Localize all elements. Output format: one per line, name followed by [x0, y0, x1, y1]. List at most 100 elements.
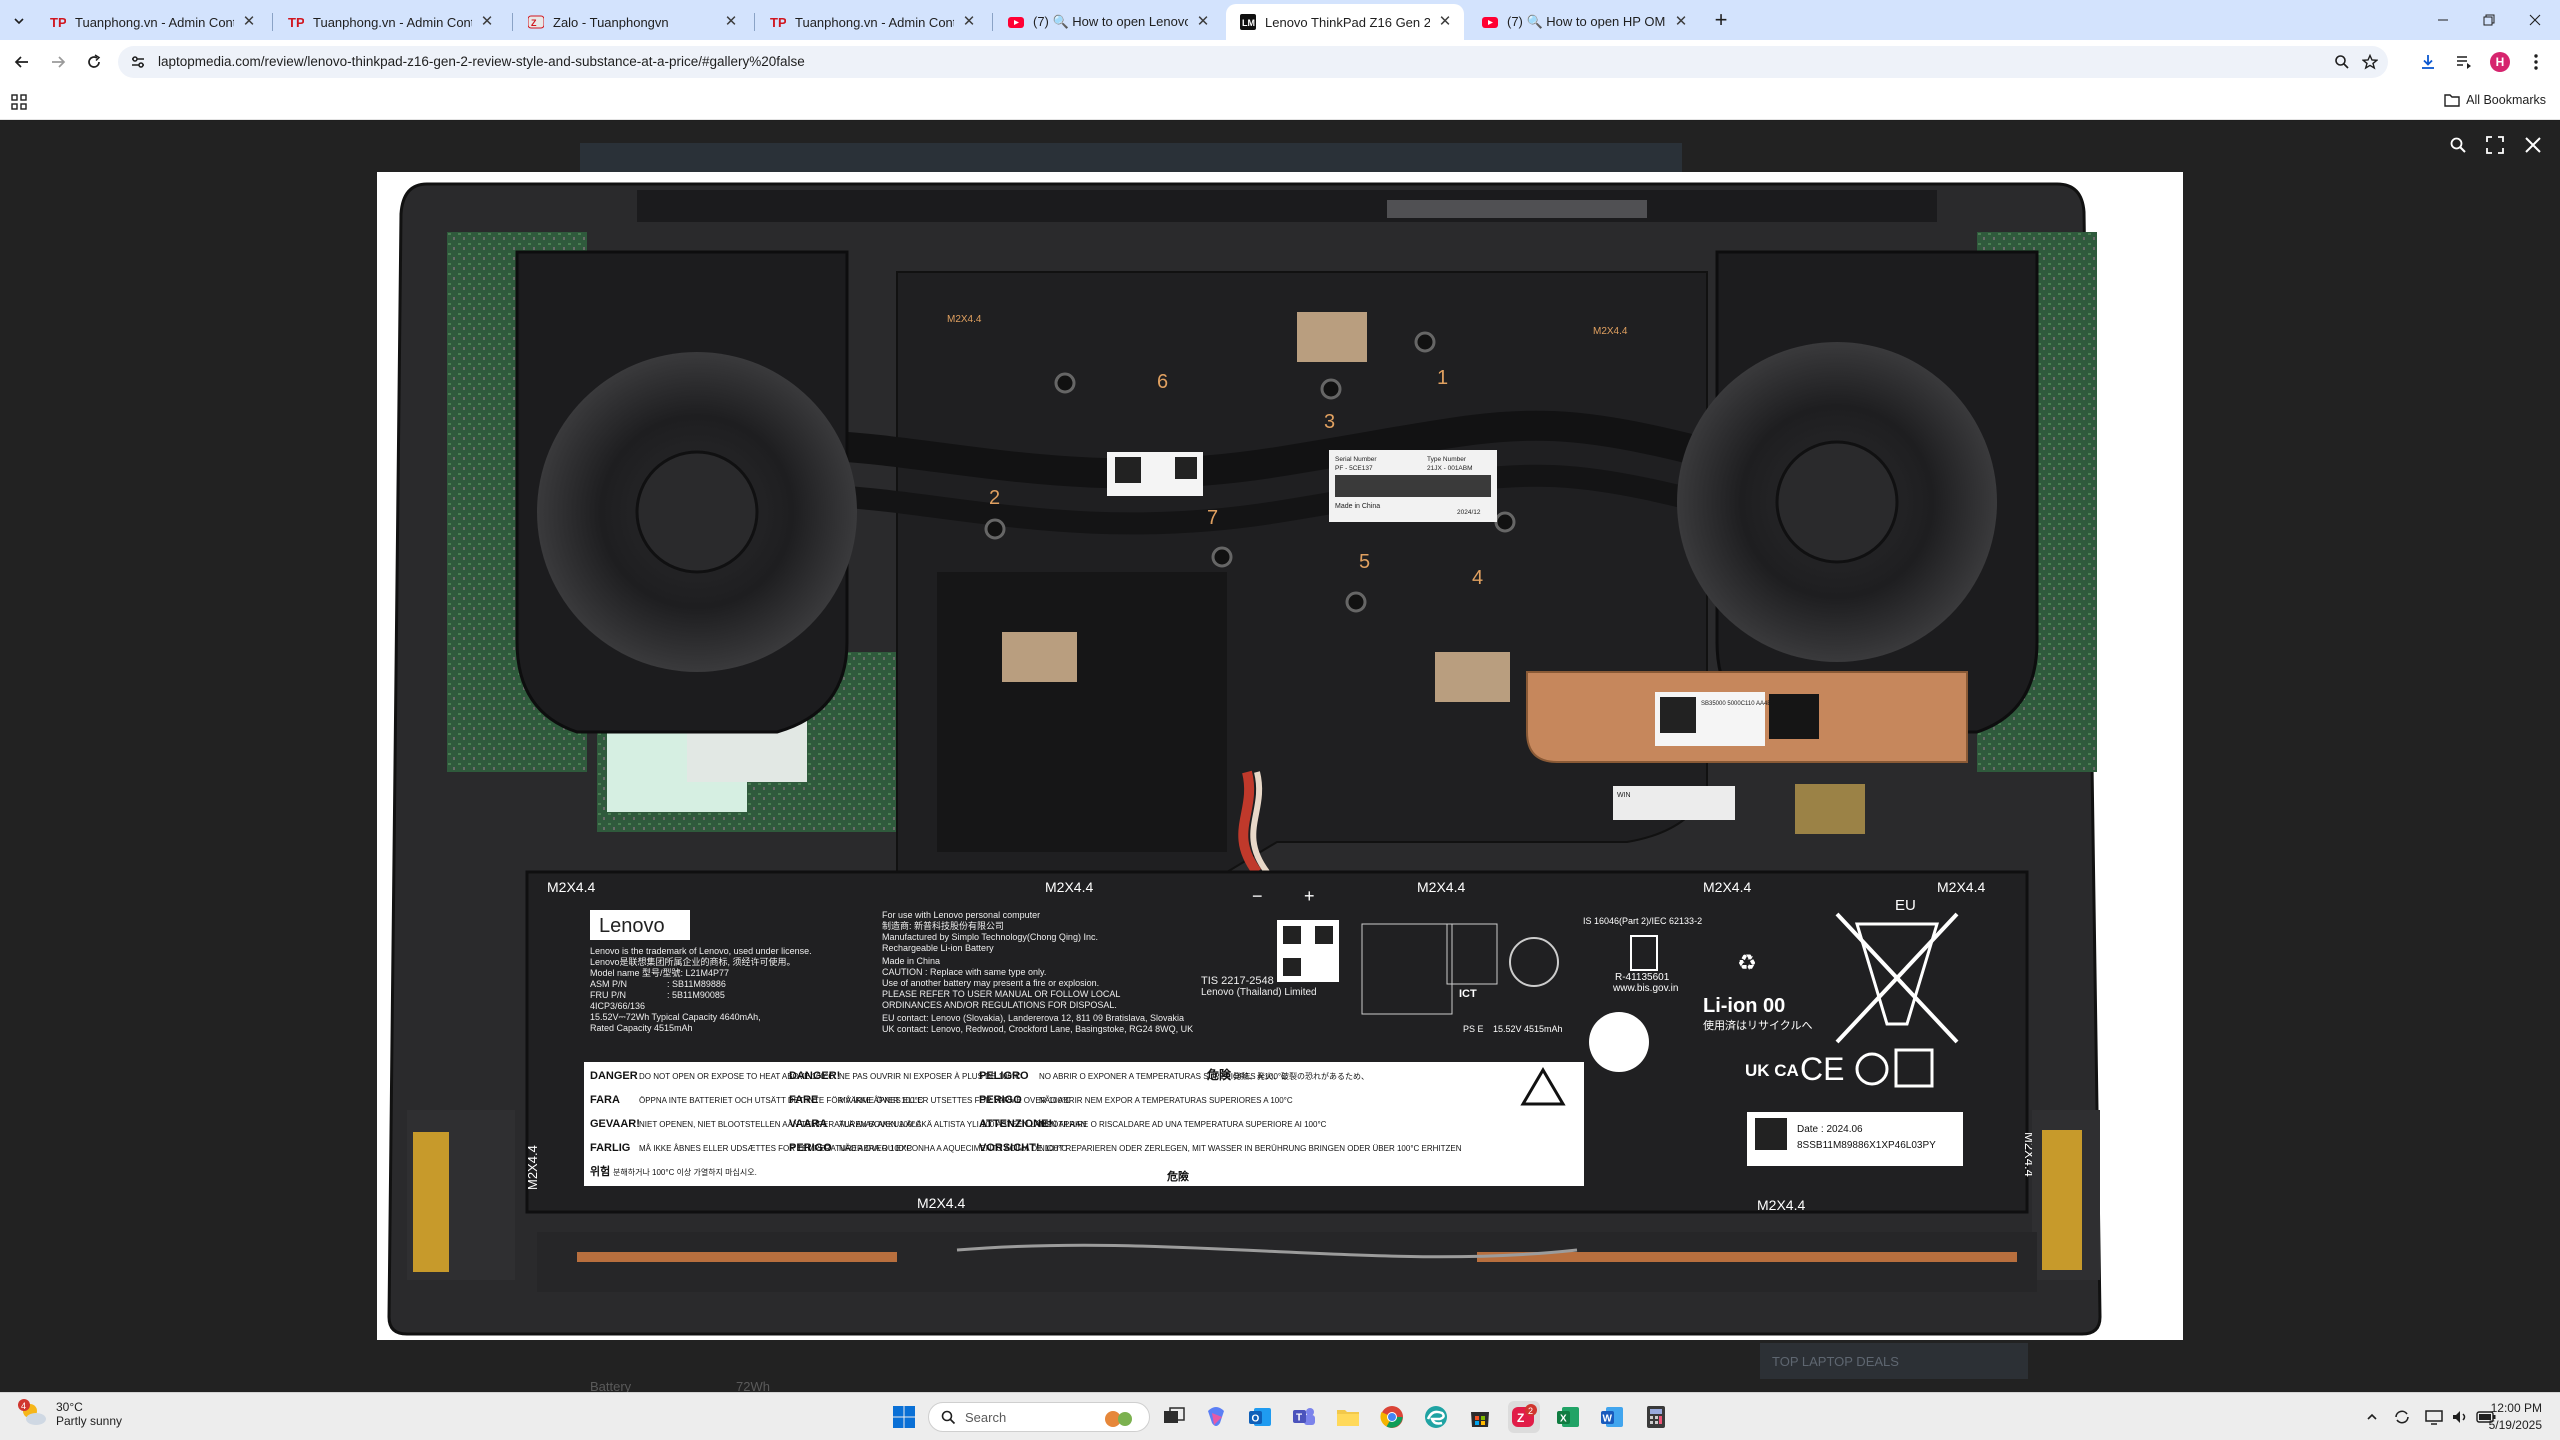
screw-number: 4	[1472, 567, 1483, 589]
taskbar-app-zalo[interactable]: Z2	[1508, 1401, 1540, 1433]
reload-button[interactable]	[80, 48, 108, 76]
system-clock[interactable]: 12:00 PM 5/19/2025	[2489, 1400, 2542, 1434]
address-bar[interactable]: laptopmedia.com/review/lenovo-thinkpad-z…	[118, 46, 2388, 78]
site-settings-icon[interactable]	[130, 54, 146, 70]
battery-text: Rated Capacity 4515mAh	[590, 1023, 693, 1033]
screw-number: 1	[1437, 367, 1448, 389]
battery-text: 4ICP3/66/136	[590, 1001, 645, 1011]
lightbox-zoom-button[interactable]	[2445, 132, 2471, 158]
taskbar-app-calculator[interactable]	[1640, 1401, 1672, 1433]
taskbar-search[interactable]: Search	[928, 1402, 1150, 1432]
spec-label: Battery	[590, 1379, 632, 1392]
volume-icon	[2453, 1411, 2466, 1423]
taskbar-app-teams[interactable]: T	[1288, 1401, 1320, 1433]
close-tab-icon[interactable]: ✕	[1194, 13, 1212, 31]
fullscreen-icon	[2486, 136, 2504, 154]
svg-text:TP: TP	[288, 15, 304, 30]
volume-button[interactable]	[2450, 1407, 2470, 1427]
weather-widget[interactable]: 4 30°C Partly sunny	[18, 1399, 122, 1429]
recycle-seal	[1589, 1012, 1649, 1072]
screw-label: M2X4.4	[947, 314, 982, 325]
close-tab-icon[interactable]: ✕	[722, 13, 740, 31]
all-bookmarks-button[interactable]: All Bookmarks	[2444, 93, 2546, 107]
battery-text: For use with Lenovo personal computer	[882, 910, 1040, 920]
network-button[interactable]	[2424, 1407, 2444, 1427]
battery-minus: −	[1252, 886, 1263, 906]
right-speaker	[2042, 1130, 2082, 1270]
taskbar-app-excel[interactable]: X	[1552, 1401, 1584, 1433]
eu-text: EU	[1895, 897, 1916, 914]
folder-icon	[1337, 1410, 1359, 1426]
svg-text:TP: TP	[50, 15, 66, 30]
windows-taskbar: 4 30°C Partly sunny Search O T Z2 X W 12…	[0, 1392, 2560, 1440]
battery-text: Use of another battery may present a fir…	[882, 978, 1099, 988]
svg-text:PERIGO: PERIGO	[789, 1142, 832, 1154]
teams-icon: T	[1293, 1408, 1315, 1425]
bookmark-star-button[interactable]	[2360, 52, 2380, 72]
svg-text:MÅ IKKE ÅPNES ELLER UTSETTES F: MÅ IKKE ÅPNES ELLER UTSETTES FOR VARME O…	[839, 1096, 1071, 1105]
new-tab-button[interactable]: +	[1708, 8, 1734, 34]
restore-button[interactable]	[2466, 0, 2512, 40]
thermal-pad	[1435, 652, 1510, 702]
downloads-button[interactable]	[2416, 50, 2440, 74]
media-controls-button[interactable]	[2452, 50, 2476, 74]
ukca-mark-text: UK CA	[1745, 1061, 1799, 1080]
taskbar-app-chrome[interactable]	[1376, 1401, 1408, 1433]
taskbar-app-edge[interactable]	[1420, 1401, 1452, 1433]
browser-tab[interactable]: Z Zalo - Tuanphongvn ✕	[514, 4, 750, 40]
spec-value: 72Wh	[736, 1379, 770, 1392]
browser-tab[interactable]: TP Tuanphong.vn - Admin Control ✕	[756, 4, 988, 40]
lightbox-fullscreen-button[interactable]	[2482, 132, 2508, 158]
forward-button[interactable]	[44, 48, 72, 76]
browser-tab-active[interactable]: LM Lenovo ThinkPad Z16 Gen 2 rev ✕	[1226, 4, 1464, 40]
type-number-label: Type Number	[1427, 456, 1467, 463]
tp-logo-icon: TP	[770, 14, 786, 30]
taskbar-app-store[interactable]	[1464, 1401, 1496, 1433]
screw-label: M2X4.4	[1417, 879, 1465, 895]
browser-tab[interactable]: (7) 🔍 How to open HP OMEN ✕	[1468, 4, 1700, 40]
screw-label: M2X4.4	[1757, 1197, 1805, 1213]
ce-mark-text: CE	[1800, 1051, 1844, 1087]
zoom-button[interactable]	[2332, 52, 2352, 72]
profile-avatar[interactable]: H	[2490, 52, 2510, 72]
gallery-photo: 1 2 3 4 5 6 7 M2X4.4 M2X4.4 Serial Numbe…	[377, 172, 2183, 1340]
tray-app-icon[interactable]	[2392, 1407, 2412, 1427]
tab-search-button[interactable]	[6, 8, 32, 34]
close-tab-icon[interactable]: ✕	[240, 13, 258, 31]
lightbox-close-button[interactable]	[2520, 132, 2546, 158]
tray-overflow-button[interactable]	[2362, 1407, 2382, 1427]
close-window-button[interactable]	[2512, 0, 2558, 40]
browser-tab[interactable]: TP Tuanphong.vn - Admin Control ✕	[36, 4, 268, 40]
sync-icon	[2395, 1410, 2409, 1424]
chevron-down-icon	[14, 18, 24, 25]
back-button[interactable]	[8, 48, 36, 76]
battery-text: PLEASE REFER TO USER MANUAL OR FOLLOW LO…	[882, 989, 1120, 999]
star-icon	[2362, 54, 2378, 70]
start-button[interactable]	[888, 1401, 920, 1433]
top-laptop-deals-button[interactable]: TOP LAPTOP DEALS	[1760, 1343, 2028, 1379]
task-view-button[interactable]	[1158, 1401, 1190, 1433]
taskbar-app-word[interactable]: W	[1596, 1401, 1628, 1433]
taskbar-app-outlook[interactable]: O	[1244, 1401, 1276, 1433]
browser-tab[interactable]: TP Tuanphong.vn - Admin Control ✕	[274, 4, 506, 40]
browser-menu-button[interactable]	[2524, 50, 2548, 74]
chevron-up-icon	[2367, 1413, 2377, 1420]
tp-logo-icon: TP	[50, 14, 66, 30]
battery-date: Date : 2024.06	[1797, 1124, 1863, 1135]
svg-text:TP: TP	[770, 15, 786, 30]
apps-grid-icon[interactable]	[11, 94, 27, 110]
warning-danger-cn: 危險	[1166, 1169, 1189, 1183]
svg-text:분해하거나 100°C 이상 가열하지 마십시오.: 분해하거나 100°C 이상 가열하지 마십시오.	[613, 1167, 757, 1177]
close-tab-icon[interactable]: ✕	[478, 13, 496, 31]
taskbar-app-copilot[interactable]	[1200, 1401, 1232, 1433]
close-tab-icon[interactable]: ✕	[1672, 13, 1690, 31]
minimize-button[interactable]	[2420, 0, 2466, 40]
close-tab-icon[interactable]: ✕	[960, 13, 978, 31]
taskbar-app-file-explorer[interactable]	[1332, 1401, 1364, 1433]
screw-label: M2X4.4	[547, 879, 595, 895]
close-tab-icon[interactable]: ✕	[1436, 13, 1454, 31]
browser-tab[interactable]: (7) 🔍 How to open Lenovo Thi ✕	[994, 4, 1222, 40]
chrome-icon	[1380, 1406, 1403, 1428]
page-background-banner	[580, 143, 1682, 173]
battery-text: Rechargeable Li-ion Battery	[882, 943, 994, 953]
